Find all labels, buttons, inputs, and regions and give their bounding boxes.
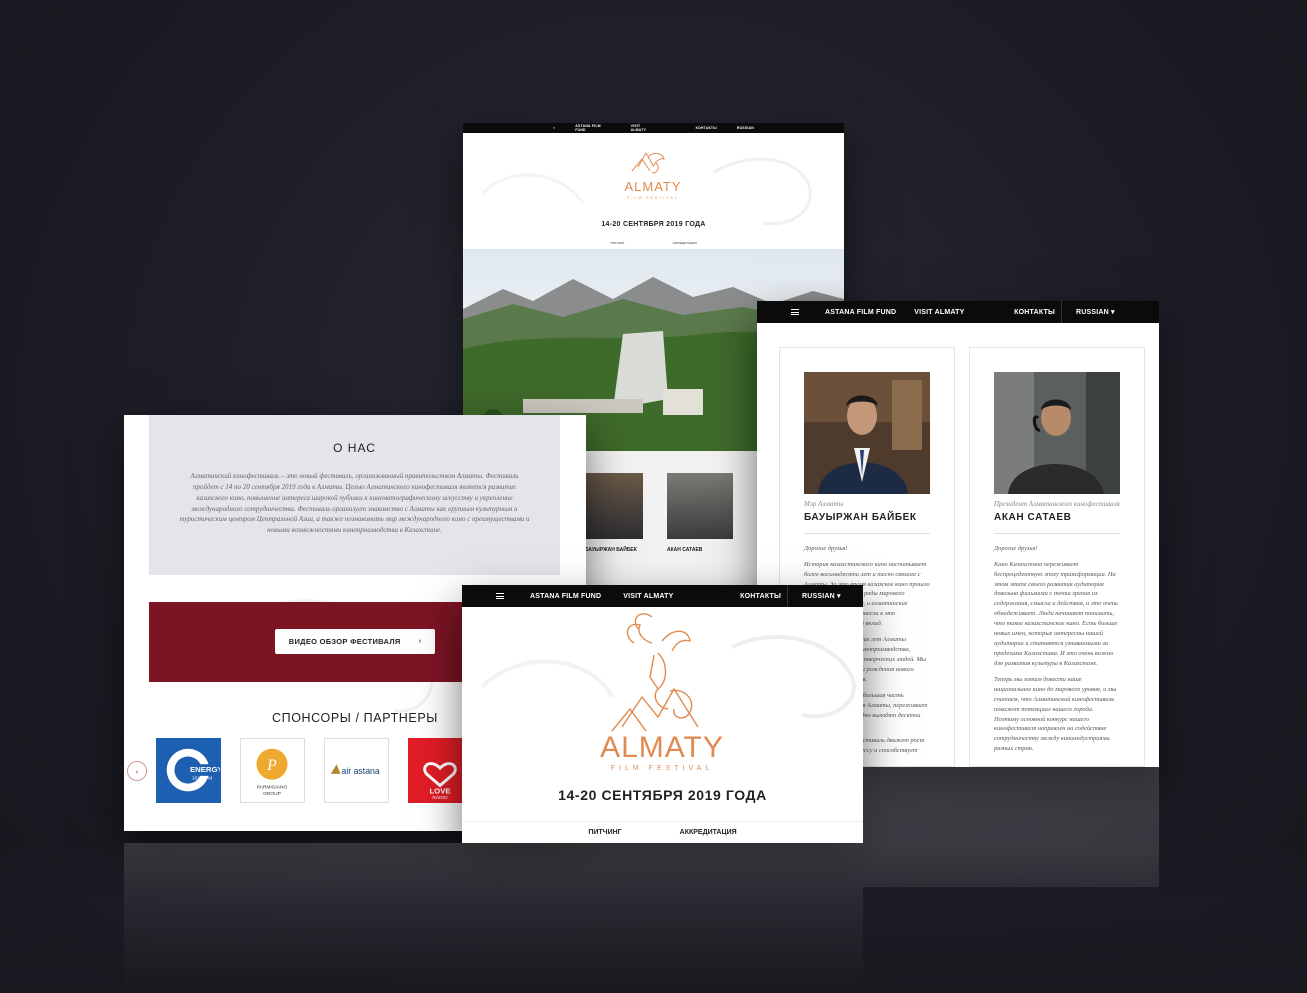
president-paragraph: Кино Казахстана переживает беспрецедентн…: [994, 560, 1118, 667]
nav-visit-link[interactable]: VISIT ALMATY: [631, 124, 656, 132]
hamburger-menu-icon[interactable]: [791, 309, 799, 315]
portrait-thumb-2: [667, 473, 733, 539]
festival-date: 14-20 СЕНТЯБРЯ 2019 ГОДА: [558, 787, 767, 803]
video-review-label: ВИДЕО ОБЗОР ФЕСТИВАЛЯ: [288, 637, 401, 646]
divider: [994, 532, 1120, 534]
navbar-small: ≡ ASTANA FILM FUND VISIT ALMATY КОНТАКТЫ…: [463, 123, 844, 133]
festival-date: 14-20 СЕНТЯБРЯ 2019 ГОДА: [601, 221, 706, 228]
logo-name: ALMATY: [600, 731, 724, 764]
portrait-president: [994, 372, 1120, 494]
subnav: ПИТЧИНГ АККРЕДИТАЦИЯ: [463, 237, 844, 249]
president-paragraph: Теперь мы хотим довести наше национально…: [994, 675, 1117, 753]
hamburger-menu-icon[interactable]: [496, 593, 504, 599]
language-select[interactable]: RUSSIAN: [737, 126, 754, 130]
video-review-button[interactable]: ВИДЕО ОБЗОР ФЕСТИВАЛЯ ›: [275, 629, 435, 654]
pitching-link[interactable]: ПИТЧИНГ: [588, 829, 621, 836]
about-section: О НАС Алматинский кинофестиваль – это но…: [149, 415, 560, 575]
mayor-greeting: Дорогие друзья!: [804, 544, 848, 552]
menu-icon[interactable]: ≡: [553, 126, 555, 130]
portrait-mayor: [804, 372, 930, 494]
person1-mini: БАУЫРЖАН БАЙБЕК: [585, 547, 637, 553]
sponsor-logos: ENERGY 102,2 FM P PARMIGIANO GROUP air a…: [156, 738, 473, 803]
language-select[interactable]: RUSSIAN ▾: [1061, 301, 1145, 323]
navbar: ASTANA FILM FUND VISIT ALMATY КОНТАКТЫ R…: [462, 585, 863, 607]
svg-text:GROUP: GROUP: [263, 791, 281, 797]
chevron-right-icon: ›: [418, 638, 422, 645]
leader-card-president: Президент Алматинского кинофестиваля АКА…: [969, 347, 1145, 767]
svg-text:RADIO: RADIO: [432, 795, 448, 801]
mayor-role: Мэр Алматы: [804, 500, 844, 508]
sponsor-air-astana-logo[interactable]: air astana: [324, 738, 389, 803]
accreditation-link[interactable]: АККРЕДИТАЦИЯ: [673, 241, 697, 245]
svg-text:P: P: [266, 757, 277, 774]
nav-contacts-link[interactable]: КОНТАКТЫ: [696, 126, 717, 130]
logo-sub: FILM FESTIVAL: [627, 196, 678, 200]
president-greeting: Дорогие друзья!: [994, 544, 1038, 552]
almaty-logo-icon: [631, 151, 665, 174]
portrait-thumb-1: [585, 473, 643, 539]
hero-section: ALMATY FILM FESTIVAL 14-20 СЕНТЯБРЯ 2019…: [463, 133, 844, 237]
nav-fund-link[interactable]: ASTANA FILM FUND: [825, 309, 896, 316]
carousel-prev-icon[interactable]: ‹: [127, 761, 147, 781]
almaty-logo-icon: ALMATY FILM FESTIVAL: [480, 613, 856, 772]
floor-fade: [0, 843, 1307, 993]
nav-visit-link[interactable]: VISIT ALMATY: [914, 309, 964, 316]
nav-fund-link[interactable]: ASTANA FILM FUND: [530, 593, 601, 600]
svg-text:LOVE: LOVE: [429, 786, 450, 795]
person2-mini: АКАН САТАЕВ: [667, 547, 703, 553]
svg-text:PARMIGIANO: PARMIGIANO: [257, 784, 288, 790]
nav-contacts-link[interactable]: КОНТАКТЫ: [1014, 309, 1055, 316]
svg-text:air astana: air astana: [341, 766, 379, 776]
language-select[interactable]: RUSSIAN ▾: [787, 585, 849, 607]
nav-visit-link[interactable]: VISIT ALMATY: [623, 593, 673, 600]
logo-sub: FILM FESTIVAL: [611, 765, 713, 772]
sponsor-energy-logo[interactable]: ENERGY 102,2 FM: [156, 738, 221, 803]
subnav: ПИТЧИНГ АККРЕДИТАЦИЯ: [462, 821, 863, 843]
logo-name: ALMATY: [624, 179, 681, 194]
president-role: Президент Алматинского кинофестиваля: [994, 500, 1120, 508]
svg-text:ENERGY: ENERGY: [190, 765, 220, 774]
president-name: АКАН САТАЕВ: [994, 511, 1072, 523]
nav-contacts-link[interactable]: КОНТАКТЫ: [740, 593, 781, 600]
divider: [804, 532, 930, 534]
nav-fund-link[interactable]: ASTANA FILM FUND: [575, 124, 610, 132]
about-title: О НАС: [333, 441, 376, 455]
mockup-home-front: ASTANA FILM FUND VISIT ALMATY КОНТАКТЫ R…: [462, 585, 863, 843]
navbar: ASTANA FILM FUND VISIT ALMATY КОНТАКТЫ R…: [757, 301, 1159, 323]
sponsor-parmigiano-logo[interactable]: P PARMIGIANO GROUP: [240, 738, 305, 803]
svg-text:102,2 FM: 102,2 FM: [192, 776, 212, 782]
pitching-link[interactable]: ПИТЧИНГ: [610, 241, 624, 245]
mayor-name: БАУЫРЖАН БАЙБЕК: [804, 511, 917, 523]
about-text: Алматинский кинофестиваль – это новый фе…: [179, 472, 530, 535]
accreditation-link[interactable]: АККРЕДИТАЦИЯ: [680, 829, 737, 836]
